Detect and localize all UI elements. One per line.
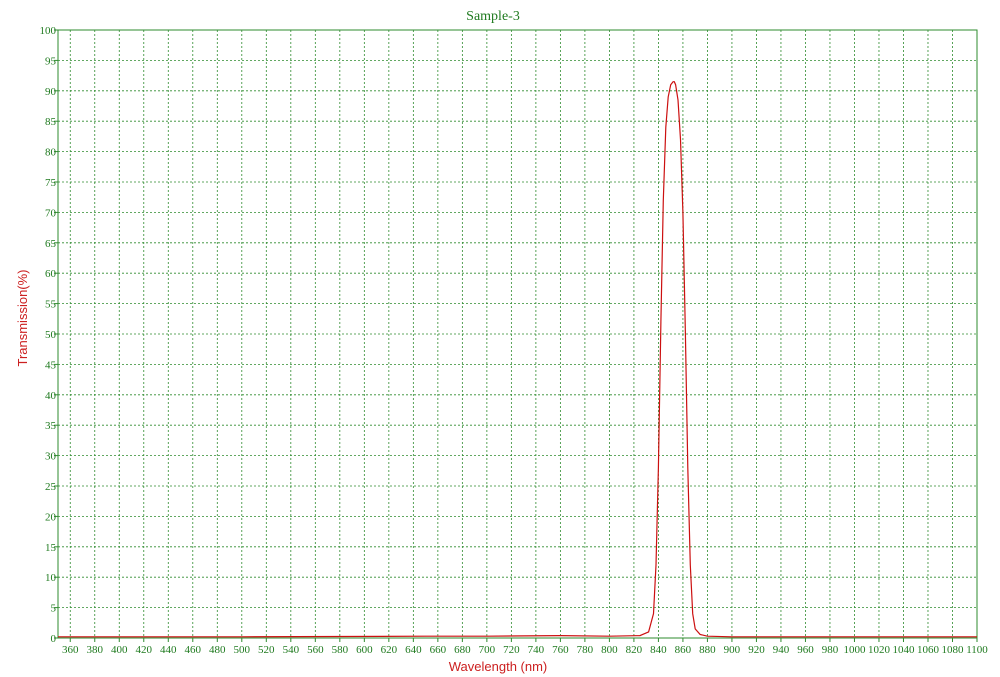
x-tick-label: 1040 (892, 644, 915, 656)
y-tick-label: 25 (45, 481, 57, 493)
y-tick-label: 85 (45, 116, 57, 128)
x-tick-label: 700 (479, 644, 496, 656)
y-tick-label: 30 (45, 451, 57, 463)
x-tick-label: 960 (797, 644, 814, 656)
x-tick-label: 640 (405, 644, 422, 656)
y-tick-label: 75 (45, 177, 57, 189)
x-tick-label: 400 (111, 644, 128, 656)
y-tick-label: 10 (45, 572, 57, 584)
x-tick-label: 920 (748, 644, 765, 656)
y-tick-label: 70 (45, 207, 57, 219)
x-tick-label: 560 (307, 644, 324, 656)
x-tick-label: 980 (822, 644, 839, 656)
y-tick-label: 35 (45, 420, 57, 432)
x-tick-label: 540 (283, 644, 300, 656)
x-tick-label: 440 (160, 644, 177, 656)
y-tick-label: 45 (45, 359, 57, 371)
y-tick-label: 80 (45, 147, 57, 159)
grid-lines (58, 29, 978, 639)
x-tick-label: 1080 (941, 644, 964, 656)
x-tick-label: 660 (430, 644, 447, 656)
tick-labels: 360 380 400 420 440 460 480 500 520 540 560 580 600 6… (40, 25, 989, 656)
x-tick-label: 380 (87, 644, 104, 656)
x-tick-label: 420 (136, 644, 153, 656)
transmission-chart: Sample-3 360 380 400 420 440 460 480 500 520 540 5… (15, 9, 989, 674)
x-tick-label: 840 (650, 644, 667, 656)
x-tick-label: 500 (234, 644, 251, 656)
x-tick-label: 780 (577, 644, 594, 656)
y-tick-label: 95 (45, 55, 57, 67)
chart-title: Sample-3 (466, 9, 520, 24)
y-tick-label: 20 (45, 511, 57, 523)
x-tick-label: 760 (552, 644, 569, 656)
x-tick-label: 580 (332, 644, 349, 656)
x-tick-label: 460 (185, 644, 202, 656)
y-tick-label: 15 (45, 542, 57, 554)
transmission-curve (58, 81, 977, 638)
y-tick-label: 65 (45, 238, 57, 250)
x-tick-label: 1020 (868, 644, 891, 656)
x-tick-label: 880 (699, 644, 716, 656)
x-tick-label: 800 (601, 644, 618, 656)
y-tick-label: 60 (45, 268, 57, 280)
x-tick-label: 1000 (843, 644, 866, 656)
y-tick-label: 50 (45, 329, 57, 341)
y-tick-label: 40 (45, 390, 57, 402)
x-tick-label: 1100 (966, 644, 988, 656)
x-tick-label: 680 (454, 644, 471, 656)
x-tick-label: 720 (503, 644, 520, 656)
x-tick-label: 600 (356, 644, 373, 656)
x-tick-label: 360 (62, 644, 79, 656)
y-tick-label: 5 (51, 603, 57, 615)
x-tick-label: 1060 (917, 644, 940, 656)
y-tick-label: 0 (51, 633, 57, 645)
x-axis-label: Wavelength (nm) (449, 659, 548, 674)
x-tick-label: 900 (724, 644, 741, 656)
y-tick-label: 90 (45, 86, 57, 98)
x-tick-label: 860 (675, 644, 692, 656)
x-tick-label: 820 (626, 644, 643, 656)
x-tick-label: 620 (381, 644, 398, 656)
y-axis-label: Transmission(%) (15, 269, 30, 366)
x-tick-label: 740 (528, 644, 545, 656)
x-tick-label: 940 (773, 644, 790, 656)
y-tick-label: 55 (45, 299, 57, 311)
x-tick-label: 480 (209, 644, 226, 656)
y-tick-label: 100 (40, 25, 57, 37)
x-tick-label: 520 (258, 644, 275, 656)
